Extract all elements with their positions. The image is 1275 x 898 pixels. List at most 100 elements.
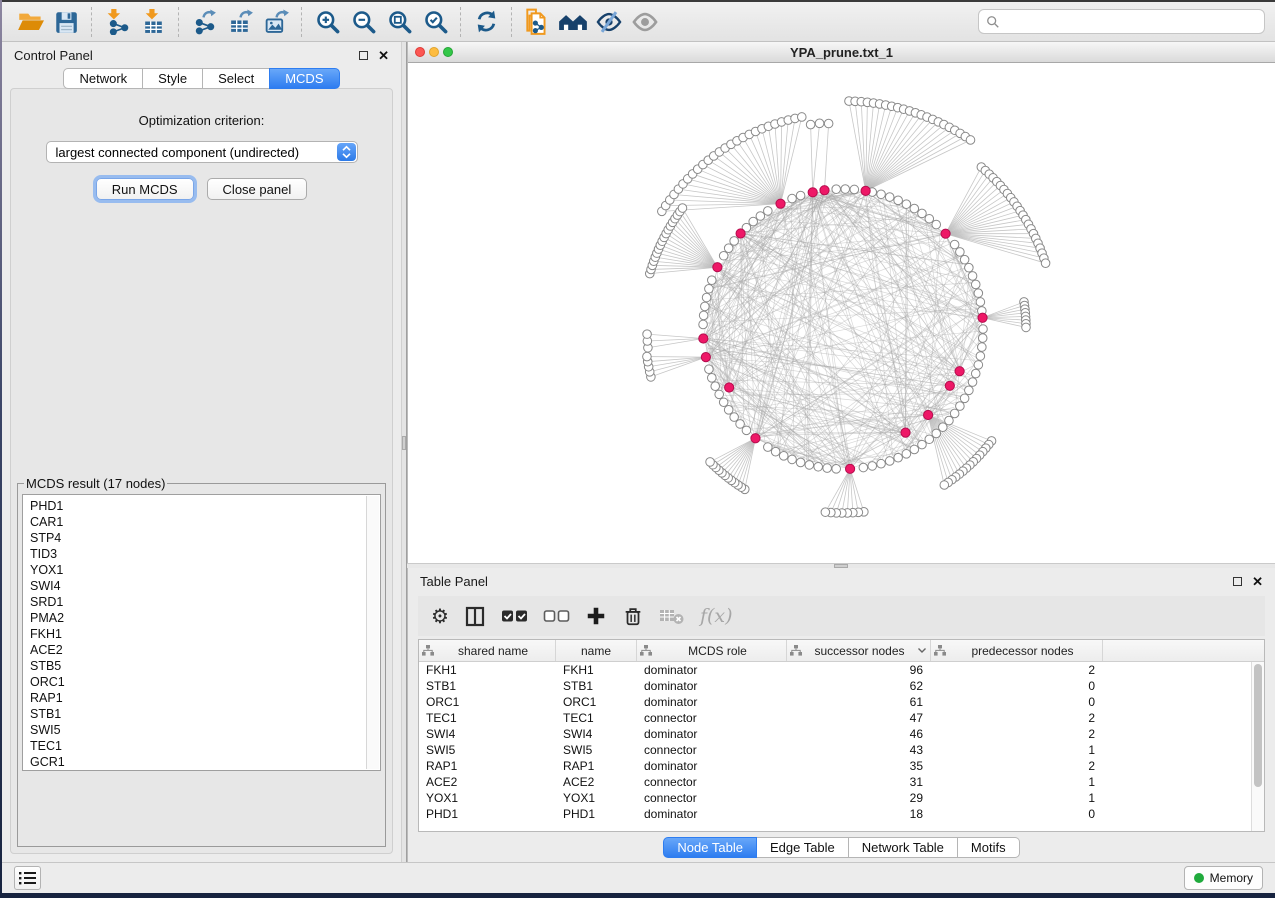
zoom-in-button[interactable]	[309, 5, 345, 39]
mcds-result-item[interactable]: SRD1	[30, 594, 360, 610]
table-row[interactable]: TEC1 TEC1 connector 47 2	[419, 710, 1264, 726]
column-header-predecessor-nodes[interactable]: predecessor nodes	[931, 640, 1103, 661]
cell-successor-nodes: 43	[787, 743, 931, 757]
network-canvas[interactable]	[408, 63, 1275, 563]
mcds-result-item[interactable]: STB5	[30, 658, 360, 674]
tab-network-table[interactable]: Network Table	[849, 837, 958, 858]
mcds-result-item[interactable]: STP4	[30, 530, 360, 546]
mcds-result-item[interactable]: PHD1	[30, 498, 360, 514]
float-panel-icon[interactable]	[359, 51, 368, 60]
tab-motifs[interactable]: Motifs	[958, 837, 1020, 858]
zoom-window-icon[interactable]	[443, 47, 453, 57]
mcds-result-list[interactable]: PHD1CAR1STP4TID3YOX1SWI4SRD1PMA2FKH1ACE2…	[22, 494, 381, 771]
import-table-button[interactable]	[135, 5, 171, 39]
export-network-button[interactable]	[186, 5, 222, 39]
table-row[interactable]: ACE2 ACE2 connector 31 1	[419, 774, 1264, 790]
close-panel-icon[interactable]: ✕	[1252, 577, 1263, 586]
delete-table-button[interactable]	[659, 601, 685, 631]
mcds-result-item[interactable]: CAR1	[30, 514, 360, 530]
network-graph[interactable]	[408, 63, 1274, 560]
vertical-splitter[interactable]	[401, 42, 407, 862]
table-panel: Table Panel ✕ ⚙	[407, 568, 1275, 862]
mcds-result-item[interactable]: STB1	[30, 706, 360, 722]
select-all-button[interactable]	[501, 601, 528, 631]
table-row[interactable]: SWI4 SWI4 dominator 46 2	[419, 726, 1264, 742]
table-settings-button[interactable]: ⚙	[431, 601, 449, 631]
table-row[interactable]: PHD1 PHD1 dominator 18 0	[419, 806, 1264, 822]
show-columns-button[interactable]	[464, 601, 486, 631]
open-session-button[interactable]	[12, 5, 48, 39]
refresh-network-button[interactable]	[468, 5, 504, 39]
zoom-out-button[interactable]	[345, 5, 381, 39]
table-row[interactable]: FKH1 FKH1 dominator 96 2	[419, 662, 1264, 678]
zoom-selected-button[interactable]	[417, 5, 453, 39]
mcds-result-item[interactable]: SWI5	[30, 722, 360, 738]
horizontal-splitter[interactable]	[407, 563, 1275, 568]
close-panel-button[interactable]: Close panel	[207, 178, 308, 200]
column-header-successor-nodes[interactable]: successor nodes	[787, 640, 931, 661]
clone-network-button[interactable]	[519, 5, 555, 39]
mcds-result-item[interactable]: TEC1	[30, 738, 360, 754]
show-panels-button[interactable]	[627, 5, 663, 39]
mcds-result-item[interactable]: RAP1	[30, 690, 360, 706]
save-session-button[interactable]	[48, 5, 84, 39]
table-scrollbar[interactable]	[1251, 662, 1264, 831]
mcds-result-item[interactable]: GCR1	[30, 754, 360, 770]
mcds-result-item[interactable]: ORC1	[30, 674, 360, 690]
cell-name: TEC1	[556, 711, 637, 725]
mcds-result-item[interactable]: FKH1	[30, 626, 360, 642]
close-window-icon[interactable]	[415, 47, 425, 57]
scrollbar-thumb[interactable]	[1254, 664, 1262, 787]
cell-name: FKH1	[556, 663, 637, 677]
tab-select[interactable]: Select	[202, 68, 269, 89]
import-network-button[interactable]	[99, 5, 135, 39]
welcome-screen-button[interactable]	[555, 5, 591, 39]
zoom-fit-button[interactable]	[381, 5, 417, 39]
run-mcds-button[interactable]: Run MCDS	[96, 178, 194, 200]
column-header-name[interactable]: name	[556, 640, 637, 661]
hide-panels-button[interactable]	[591, 5, 627, 39]
cell-name: PHD1	[556, 807, 637, 821]
minimize-window-icon[interactable]	[429, 47, 439, 57]
tab-style[interactable]: Style	[142, 68, 202, 89]
task-history-button[interactable]	[14, 866, 41, 890]
mcds-result-item[interactable]: PMA2	[30, 610, 360, 626]
deselect-all-button[interactable]	[543, 601, 570, 631]
table-row[interactable]: ORC1 ORC1 dominator 61 0	[419, 694, 1264, 710]
create-column-button[interactable]	[585, 601, 607, 631]
splitter-grip[interactable]	[402, 436, 406, 450]
function-builder-button[interactable]: f(x)	[700, 601, 733, 631]
optimization-criterion-select[interactable]: largest connected component (undirected)	[46, 141, 358, 163]
mcds-result-title: MCDS result (17 nodes)	[24, 476, 167, 491]
column-header-mcds-role[interactable]: MCDS role	[637, 640, 787, 661]
tab-node-table[interactable]: Node Table	[663, 837, 757, 858]
tab-edge-table[interactable]: Edge Table	[757, 837, 849, 858]
zoom-out-icon	[350, 8, 377, 35]
mcds-result-item[interactable]: TID3	[30, 546, 360, 562]
refresh-icon	[473, 8, 500, 35]
table-row[interactable]: YOX1 YOX1 connector 29 1	[419, 790, 1264, 806]
global-search-field[interactable]	[978, 9, 1265, 34]
tab-mcds[interactable]: MCDS	[269, 68, 339, 89]
close-panel-icon[interactable]: ✕	[378, 51, 389, 60]
table-row[interactable]: SWI5 SWI5 connector 43 1	[419, 742, 1264, 758]
memory-button[interactable]: Memory	[1184, 866, 1263, 890]
mcds-result-item[interactable]: SWI4	[30, 578, 360, 594]
cell-predecessor-nodes: 0	[931, 807, 1103, 821]
column-header-shared-name[interactable]: shared name	[419, 640, 556, 661]
cell-shared-name: STB1	[419, 679, 556, 693]
cell-successor-nodes: 47	[787, 711, 931, 725]
search-input[interactable]	[1005, 14, 1257, 29]
float-panel-icon[interactable]	[1233, 577, 1242, 586]
mcds-list-scrollbar[interactable]	[366, 496, 379, 769]
delete-column-button[interactable]	[622, 601, 644, 631]
save-icon	[53, 9, 79, 35]
splitter-grip[interactable]	[834, 564, 848, 568]
table-row[interactable]: STB1 STB1 dominator 62 0	[419, 678, 1264, 694]
mcds-result-item[interactable]: YOX1	[30, 562, 360, 578]
export-image-button[interactable]	[258, 5, 294, 39]
export-table-button[interactable]	[222, 5, 258, 39]
tab-network[interactable]: Network	[63, 68, 142, 89]
mcds-result-item[interactable]: ACE2	[30, 642, 360, 658]
table-row[interactable]: RAP1 RAP1 dominator 35 2	[419, 758, 1264, 774]
